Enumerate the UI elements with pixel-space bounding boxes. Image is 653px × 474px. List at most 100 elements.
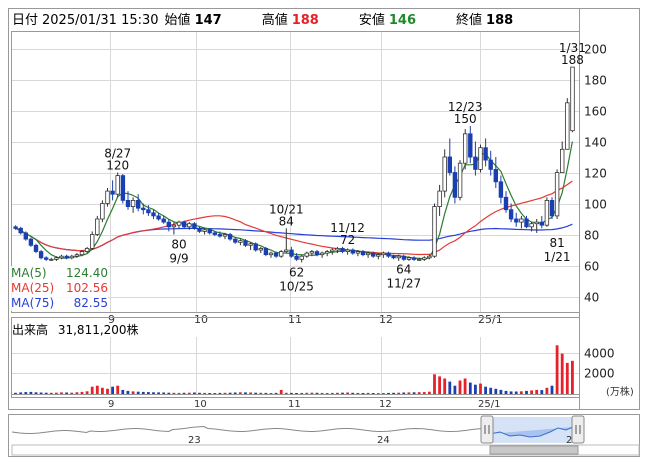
volume-bar — [60, 392, 63, 394]
volume-bar — [509, 391, 513, 394]
annotation-value: 81 — [549, 236, 564, 250]
price-axis-tick-label: 140 — [584, 136, 607, 150]
candle — [534, 219, 539, 233]
volume-bar — [218, 392, 222, 394]
candle — [253, 242, 258, 252]
annotation-date: 11/27 — [387, 276, 422, 290]
price-axis-tick-label: 120 — [584, 167, 607, 181]
volume-bar — [315, 392, 319, 394]
stock-chart: 9 9 10 10 11 11 12 12 25/1 25/1 40 60 80 100 120 140 160… — [0, 0, 653, 470]
volume-month-tick-label: 12 — [379, 399, 392, 410]
volume-bar — [376, 393, 380, 394]
candle — [324, 250, 330, 257]
candle-body — [340, 247, 345, 252]
navigator-scrollbar-thumb[interactable] — [489, 445, 579, 455]
candle-body — [304, 252, 309, 257]
candle-body — [171, 224, 177, 228]
candle-body — [33, 244, 39, 252]
volume-bar — [305, 392, 309, 394]
volume-bar — [341, 392, 344, 394]
ohlc-info-bar: 日付 2025/01/31 15:30 始値 147 高値 188 安値 146… — [12, 9, 537, 29]
volume-bar — [330, 392, 334, 394]
volume-month-tick-label: 11 — [288, 399, 301, 410]
candle — [304, 251, 309, 258]
candle-body — [324, 251, 330, 254]
candle-body — [330, 249, 335, 253]
volume-bar — [550, 385, 554, 394]
candle-body — [151, 212, 156, 217]
candle-body — [401, 255, 407, 260]
annotation-value: 72 — [340, 233, 355, 247]
candle — [176, 220, 182, 229]
volume-legend: 出来高 31,811,200株 — [12, 321, 139, 338]
volume-bar — [193, 392, 196, 394]
volume-bar — [101, 387, 104, 394]
navigator-right-handle[interactable] — [571, 415, 585, 444]
candle-body — [161, 218, 166, 223]
price-month-tick-label: 10 — [194, 313, 208, 326]
volume-bar — [106, 388, 109, 394]
volume-bar — [141, 391, 145, 394]
candle-body — [49, 258, 54, 261]
candle — [565, 98, 570, 150]
candle-body — [335, 247, 340, 251]
candle — [278, 250, 284, 258]
volume-bar — [514, 391, 518, 394]
candle-body — [69, 255, 74, 259]
volume-bar — [111, 386, 114, 394]
candle-body — [406, 257, 412, 260]
volume-bar — [310, 392, 314, 394]
volume-bar — [167, 392, 171, 394]
volume-bar — [198, 392, 201, 394]
volume-bar — [468, 382, 472, 394]
volume-bar — [29, 391, 33, 394]
candle-body — [442, 156, 447, 192]
volume-bar — [565, 362, 569, 394]
volume-bar — [70, 392, 74, 394]
candle-body — [452, 172, 458, 198]
navigator-selected-range — [489, 417, 573, 443]
volume-bar — [177, 392, 181, 394]
volume-bar — [412, 392, 416, 394]
candle — [437, 184, 442, 216]
candle-body — [432, 206, 437, 257]
volume-bar — [402, 392, 406, 394]
candle — [23, 231, 28, 241]
volume-bar — [545, 387, 549, 394]
candle — [330, 248, 335, 255]
range-navigator[interactable]: 232425 — [8, 414, 640, 457]
volume-bar — [438, 376, 441, 394]
volume-bar — [499, 389, 503, 394]
volume-bar — [443, 378, 447, 394]
candle — [100, 200, 105, 223]
volume-bar — [300, 392, 304, 394]
candle-body — [483, 147, 488, 161]
annotation-date: 9/9 — [169, 252, 188, 266]
volume-bar — [162, 392, 166, 394]
navigator-left-handle[interactable] — [480, 415, 494, 444]
candle — [319, 251, 325, 258]
price-axis-tick-label: 40 — [584, 291, 599, 305]
volume-bar — [397, 392, 401, 394]
ma5-label: MA(5) — [11, 266, 47, 280]
ma5-line — [15, 141, 573, 260]
candle-body — [258, 247, 263, 251]
candle-body — [294, 255, 299, 260]
volume-bar — [371, 393, 375, 394]
price-axis-tick-label: 180 — [584, 74, 607, 88]
candle — [197, 226, 202, 233]
price-axis-tick-label: 80 — [584, 229, 599, 243]
low-value: 146 — [388, 13, 417, 28]
volume-bar — [295, 393, 298, 394]
candle-body — [493, 168, 498, 183]
annotation-value: 80 — [171, 238, 186, 252]
candle — [227, 232, 233, 241]
high-label: 高値 — [261, 13, 288, 28]
candle-body — [468, 133, 473, 158]
volume-bar — [34, 392, 38, 394]
candle-body — [278, 251, 284, 257]
candle-body — [95, 218, 100, 235]
volume-bar — [19, 392, 23, 394]
volume-bar — [279, 389, 283, 394]
candle — [462, 129, 468, 170]
